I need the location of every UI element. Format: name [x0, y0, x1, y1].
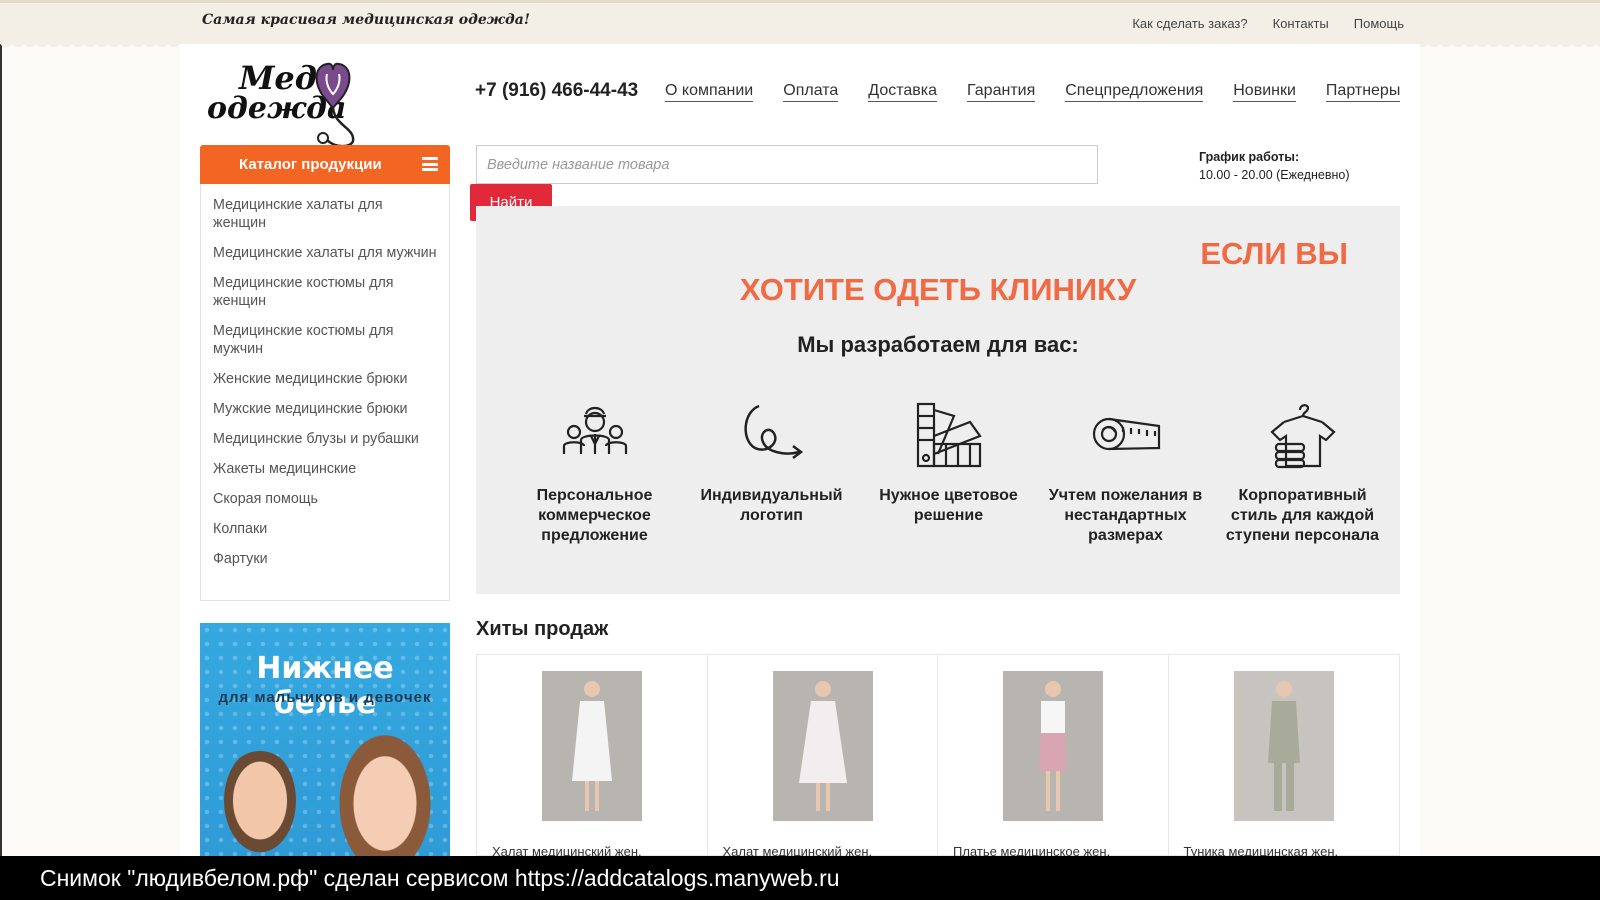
- working-hours-label: График работы:: [1199, 150, 1300, 164]
- team-icon: [562, 406, 627, 454]
- product-figure: [772, 671, 873, 821]
- catalog-title: Каталог продукции: [239, 156, 382, 173]
- catalog-item[interactable]: Медицинские костюмы для женщин: [213, 274, 437, 310]
- top-link-how-to-order[interactable]: Как сделать заказ?: [1132, 16, 1247, 31]
- logo-swirl-icon: [744, 404, 803, 459]
- measuring-tape-icon: [1092, 417, 1160, 451]
- catalog-item[interactable]: Медицинские блузы и рубашки: [213, 430, 437, 448]
- search-input[interactable]: [476, 145, 1098, 184]
- screenshot-caption: Снимок "людивбелом.рф" сделан сервисом h…: [0, 856, 1600, 900]
- catalog-list: Медицинские халаты для женщин Медицински…: [200, 184, 450, 601]
- feature-label: Корпоративный стиль для каждой ступени п…: [1225, 487, 1380, 544]
- underwear-banner[interactable]: Нижнее белье для мальчиков и девочек: [200, 623, 450, 856]
- bestsellers-title: Хиты продаж: [476, 618, 609, 640]
- page-content: Мед одежда +7 (916) 466-44-43 О компании…: [180, 44, 1420, 859]
- shirt-hanger-icon: [1269, 404, 1336, 469]
- product-image[interactable]: [772, 671, 873, 821]
- nav-about[interactable]: О компании: [665, 82, 754, 102]
- product-card[interactable]: Халат медицинский жен.: [477, 655, 708, 859]
- feature-item: Индивидуальный логотип: [683, 396, 860, 546]
- menu-icon[interactable]: [422, 157, 438, 171]
- banner-subtitle: для мальчиков и девочек: [218, 689, 432, 706]
- feature-item: Нужное цветовое решение: [860, 396, 1037, 546]
- feature-label: Учтем пожелания в нестандартных размерах: [1048, 487, 1203, 544]
- promo-subtitle: Мы разработаем для вас:: [797, 332, 1079, 357]
- nav-partners[interactable]: Партнеры: [1325, 82, 1401, 102]
- catalog-item[interactable]: Жакеты медицинские: [213, 460, 437, 478]
- catalog-item[interactable]: Женские медицинские брюки: [213, 370, 437, 388]
- top-link-contacts[interactable]: Контакты: [1273, 16, 1329, 31]
- promo-banner[interactable]: ЕСЛИ ВЫ ХОТИТЕ ОДЕТЬ КЛИНИКУ Мы разработ…: [476, 206, 1400, 594]
- feature-item: Корпоративный стиль для каждой ступени п…: [1214, 396, 1391, 546]
- product-figure: [542, 671, 642, 821]
- promo-line2: ХОТИТЕ ОДЕТЬ КЛИНИКУ: [739, 272, 1137, 307]
- caption-text: Снимок "людивбелом.рф" сделан сервисом h…: [40, 865, 840, 891]
- color-palette-icon: [916, 402, 982, 468]
- catalog-item[interactable]: Мужские медицинские брюки: [213, 400, 437, 418]
- promo-line1: ЕСЛИ ВЫ: [1200, 236, 1348, 271]
- feature-label: Персональное коммерческое предложение: [536, 487, 653, 544]
- nav-delivery[interactable]: Доставка: [868, 82, 938, 102]
- phone-number[interactable]: +7 (916) 466-44-43: [475, 80, 638, 102]
- stethoscope-heart-icon: [315, 62, 355, 148]
- nav-new-arrivals[interactable]: Новинки: [1233, 82, 1296, 102]
- catalog-header[interactable]: Каталог продукции: [200, 145, 450, 184]
- product-image[interactable]: [1003, 671, 1103, 821]
- feature-item: Учтем пожелания в нестандартных размерах: [1037, 396, 1214, 546]
- catalog-item[interactable]: Фартуки: [213, 550, 437, 568]
- catalog-item[interactable]: Колпаки: [213, 520, 437, 538]
- working-hours-value: 10.00 - 20.00 (Ежедневно): [1199, 168, 1350, 182]
- feature-item: Персональное коммерческое предложение: [506, 396, 683, 546]
- site-logo[interactable]: Мед одежда: [205, 56, 365, 151]
- top-bar: Самая красивая медицинская одежда! Как с…: [0, 0, 1600, 50]
- nav-payment[interactable]: Оплата: [783, 82, 839, 102]
- product-card[interactable]: Халат медицинский жен.: [708, 655, 938, 859]
- window-edge: [0, 0, 2, 856]
- product-figure: [1003, 671, 1103, 821]
- nav-warranty[interactable]: Гарантия: [967, 82, 1036, 102]
- product-figure: [1233, 671, 1334, 821]
- main-nav: О компании Оплата Доставка Гарантия Спец…: [665, 82, 1401, 102]
- catalog-item[interactable]: Медицинские костюмы для мужчин: [213, 322, 437, 358]
- working-hours: График работы: 10.00 - 20.00 (Ежедневно): [1199, 148, 1350, 184]
- product-card[interactable]: Туника медицинская жен.: [1169, 655, 1400, 859]
- boy-photo: [218, 751, 302, 856]
- product-image[interactable]: [1233, 671, 1334, 821]
- catalog-item[interactable]: Скорая помощь: [213, 490, 437, 508]
- feature-label: Индивидуальный логотип: [700, 487, 843, 524]
- site-slogan: Самая красивая медицинская одежда!: [202, 12, 530, 28]
- top-link-help[interactable]: Помощь: [1354, 16, 1404, 31]
- product-card[interactable]: Платье медицинское жен.: [938, 655, 1169, 859]
- catalog-item[interactable]: Медицинские халаты для мужчин: [213, 244, 437, 262]
- bestsellers-list: Халат медицинский жен. Халат медицинский…: [476, 654, 1400, 859]
- banner-title: Нижнее белье: [256, 651, 394, 721]
- nav-special-offers[interactable]: Спецпредложения: [1065, 82, 1204, 102]
- catalog-item[interactable]: Медицинские халаты для женщин: [213, 196, 437, 232]
- top-links: Как сделать заказ? Контакты Помощь: [1132, 16, 1404, 31]
- feature-list: Персональное коммерческое предложение Ин…: [506, 396, 1391, 546]
- feature-label: Нужное цветовое решение: [879, 487, 1018, 524]
- product-image[interactable]: [542, 671, 642, 821]
